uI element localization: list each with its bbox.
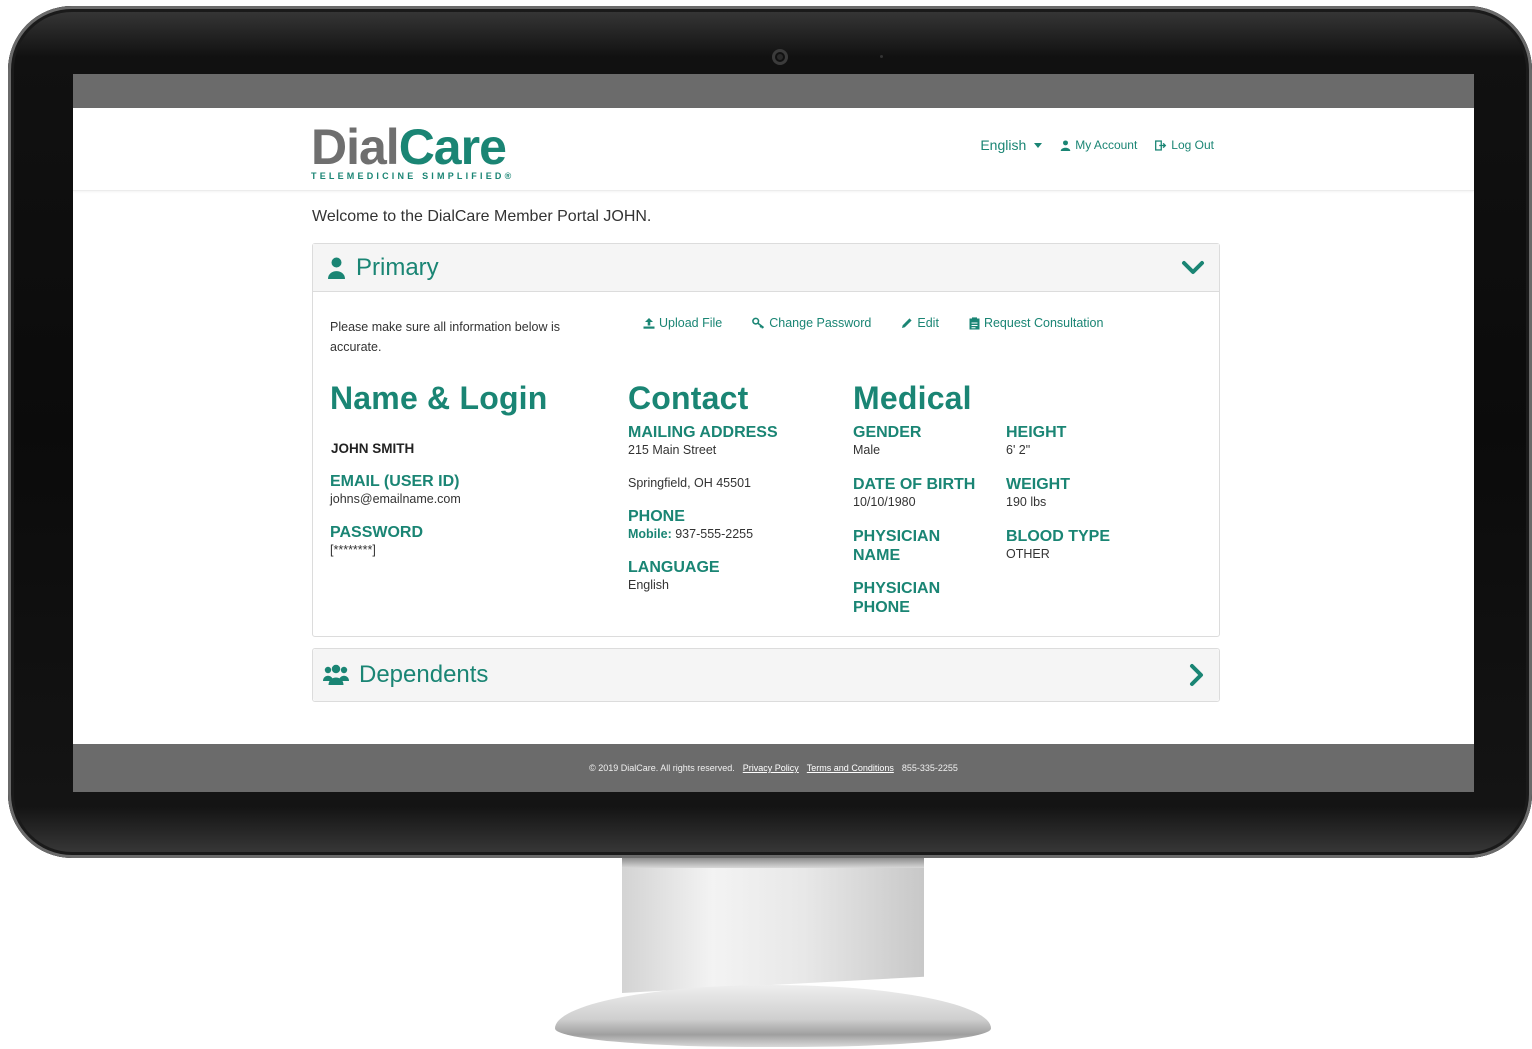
privacy-policy-link[interactable]: Privacy Policy (743, 763, 799, 773)
physician-phone-block: PHYSICIAN PHONE (853, 579, 940, 617)
physician-name-label-line1: PHYSICIAN (853, 528, 941, 545)
footer: © 2019 DialCare. All rights reserved. Pr… (73, 744, 1474, 792)
blood-type-value: OTHER (1006, 547, 1050, 561)
mailing-address-label: MAILING ADDRESS (628, 424, 778, 441)
primary-panel: Primary Please make sure all information… (312, 243, 1220, 637)
logo-care: Care (398, 119, 507, 175)
nav-links: English My Account Log Out (980, 137, 1214, 153)
phone-number: 937-555-2255 (675, 527, 754, 541)
physician-phone-label-line1: PHYSICIAN (853, 580, 941, 597)
upload-icon (643, 318, 655, 329)
contact-section: Contact MAILING ADDRESS 215 Main Street … (628, 380, 843, 620)
dialcare-logo[interactable]: DialCare TELEMEDICINE SIMPLIFIED® (311, 120, 514, 181)
physician-phone-label-line2: PHONE (853, 599, 910, 616)
language-value: English (628, 578, 669, 592)
primary-panel-title: Primary (356, 253, 439, 281)
welcome-message: Welcome to the DialCare Member Portal JO… (312, 208, 652, 225)
camera (772, 49, 788, 65)
chevron-down-icon[interactable] (1181, 260, 1205, 276)
browser-topbar (73, 74, 1474, 108)
phone-block: PHONE Mobile: 937-555-2255 (628, 507, 753, 543)
navbar: DialCare TELEMEDICINE SIMPLIFIED® Englis… (73, 108, 1474, 191)
email-label: EMAIL (USER ID) (330, 473, 460, 490)
language-block: LANGUAGE English (628, 558, 720, 594)
dob-value: 10/10/1980 (853, 495, 916, 509)
dependents-panel-title: Dependents (359, 661, 489, 688)
logout-label: Log Out (1171, 138, 1214, 152)
accuracy-notice: Please make sure all information below i… (330, 320, 560, 354)
name-login-heading: Name & Login (330, 380, 548, 416)
phone-value: Mobile: 937-555-2255 (628, 526, 753, 543)
weight-label: WEIGHT (1006, 476, 1070, 493)
blood-type-block: BLOOD TYPE OTHER (1006, 527, 1110, 563)
user-icon (1060, 139, 1071, 151)
dependents-panel-header[interactable]: Dependents (313, 649, 1219, 701)
phone-label: PHONE (628, 508, 685, 525)
key-icon (752, 317, 765, 329)
language-dropdown[interactable]: English (980, 137, 1043, 153)
monitor-stand (622, 858, 924, 993)
logo-tagline: TELEMEDICINE SIMPLIFIED® (311, 171, 515, 181)
weight-block: WEIGHT 190 lbs (1006, 475, 1070, 511)
my-account-link[interactable]: My Account (1060, 138, 1137, 152)
copyright-text: © 2019 DialCare. All rights reserved. (589, 763, 735, 773)
physician-name-label-line2: NAME (853, 547, 901, 564)
upload-file-button[interactable]: Upload File (643, 316, 722, 330)
height-label: HEIGHT (1006, 424, 1067, 441)
member-name: JOHN SMITH (331, 441, 415, 456)
change-password-label: Change Password (769, 316, 872, 330)
change-password-button[interactable]: Change Password (752, 316, 871, 330)
upload-file-label: Upload File (659, 316, 723, 330)
weight-value: 190 lbs (1006, 495, 1047, 509)
password-value: [********] (330, 543, 376, 557)
contact-heading: Contact (628, 380, 749, 416)
dob-label: DATE OF BIRTH (853, 476, 976, 493)
pencil-icon (902, 318, 912, 328)
primary-panel-header[interactable]: Primary (313, 244, 1219, 292)
password-label: PASSWORD (330, 524, 424, 541)
monitor-stand-shadow (622, 858, 924, 868)
caret-down-icon (1034, 142, 1043, 148)
gender-block: GENDER Male (853, 423, 921, 459)
screen: DialCare TELEMEDICINE SIMPLIFIED® Englis… (73, 74, 1474, 792)
blood-type-label: BLOOD TYPE (1006, 528, 1111, 545)
request-consultation-label: Request Consultation (983, 316, 1104, 330)
monitor-base (555, 985, 991, 1047)
logo-wordmark: DialCare (311, 120, 514, 174)
email-block: EMAIL (USER ID) johns@emailname.com (330, 472, 461, 508)
logout-icon (1155, 139, 1167, 151)
users-icon (323, 664, 349, 685)
street-value: 215 Main Street (628, 443, 717, 457)
language-label: English (980, 137, 1027, 153)
edit-label: Edit (917, 316, 939, 330)
physician-name-block: PHYSICIAN NAME (853, 527, 940, 565)
gender-value: Male (853, 443, 881, 457)
name-login-section: Name & Login JOHN SMITH EMAIL (USER ID) … (330, 380, 600, 620)
logout-link[interactable]: Log Out (1155, 138, 1214, 152)
sensor (880, 55, 883, 58)
language-field-label: LANGUAGE (628, 559, 720, 576)
medical-heading: Medical (853, 380, 972, 416)
gender-label: GENDER (853, 424, 922, 441)
profile-actions: Upload File Change Password Edit Request… (643, 316, 1103, 330)
dependents-panel: Dependents (312, 648, 1220, 702)
user-icon (328, 257, 345, 279)
footer-phone: 855-335-2255 (901, 763, 958, 773)
height-value: 6' 2" (1006, 443, 1031, 457)
dob-block: DATE OF BIRTH 10/10/1980 (853, 475, 975, 511)
edit-button[interactable]: Edit (901, 316, 939, 330)
my-account-label: My Account (1075, 138, 1138, 152)
mailing-address-block: MAILING ADDRESS 215 Main Street Springfi… (628, 423, 778, 492)
email-value: johns@emailname.com (330, 492, 461, 506)
terms-link[interactable]: Terms and Conditions (807, 763, 894, 773)
city-value: Springfield, OH 45501 (628, 476, 751, 490)
phone-prefix: Mobile: (628, 527, 672, 541)
height-block: HEIGHT 6' 2" (1006, 423, 1066, 459)
chevron-right-icon[interactable] (1189, 663, 1205, 687)
logo-dial: Dial (311, 119, 400, 175)
request-consultation-button[interactable]: Request Consultation (969, 316, 1104, 330)
medical-section: Medical GENDER Male HEIGHT 6' 2" DATE OF… (853, 380, 1173, 620)
password-block: PASSWORD [********] (330, 523, 423, 559)
clipboard-icon (969, 316, 980, 329)
